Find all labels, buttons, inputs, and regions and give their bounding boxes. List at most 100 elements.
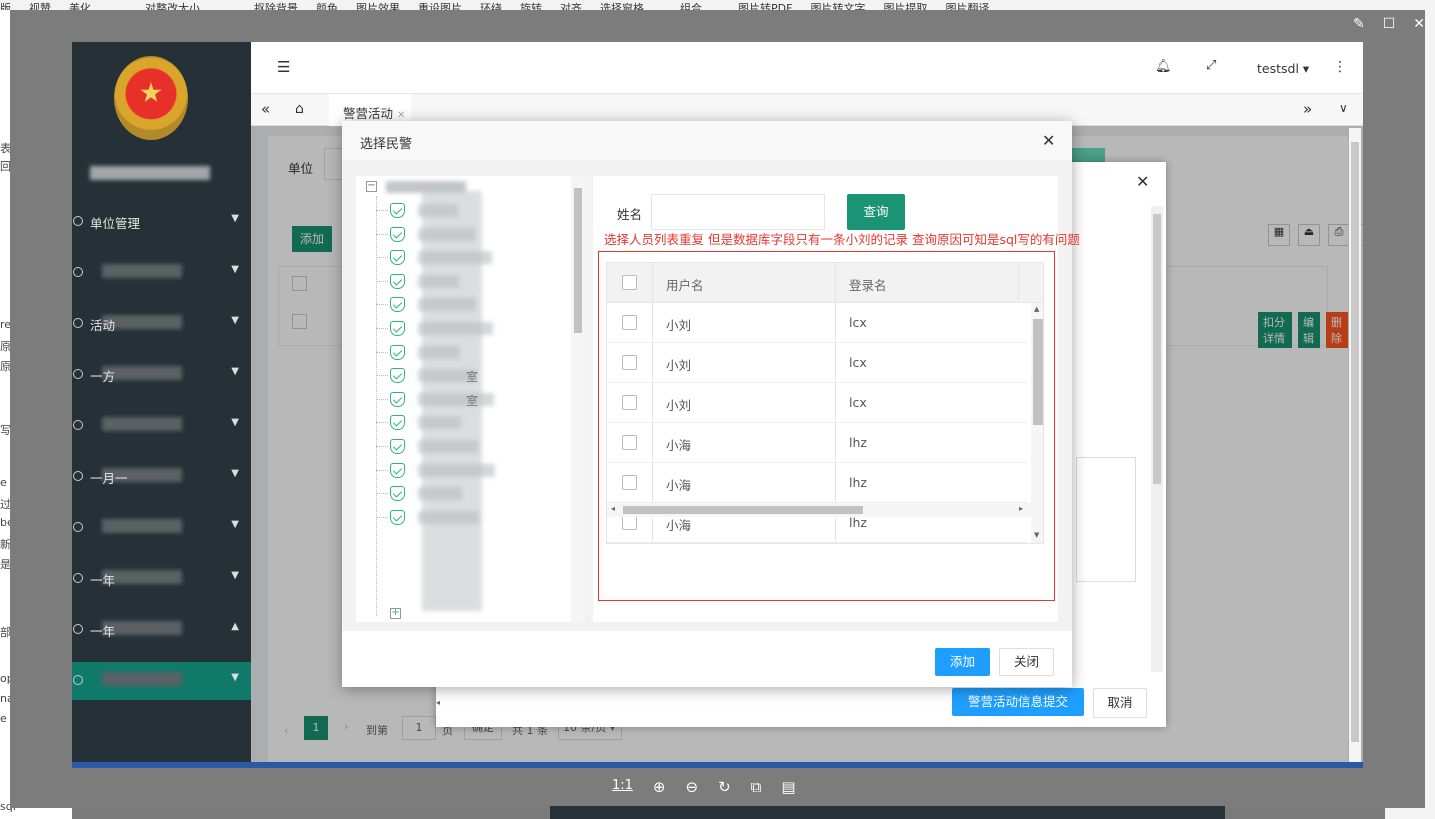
- tree-node-checkbox[interactable]: [390, 486, 405, 502]
- sidebar-nav-item[interactable]: 单位管理 ▼: [72, 199, 251, 249]
- nav-item-icon: [73, 369, 83, 379]
- background-menu-item: 抠除背景: [254, 2, 298, 10]
- submit-activity-button[interactable]: 警营活动信息提交: [952, 688, 1084, 716]
- app-scrollbar[interactable]: [1349, 128, 1361, 762]
- cell-login: lcx: [849, 355, 867, 370]
- row-checkbox[interactable]: [622, 315, 637, 330]
- cell-username: 小海: [666, 438, 692, 453]
- more-menu-icon[interactable]: ⋮: [1333, 59, 1347, 75]
- table-row[interactable]: 小刘 lcx: [607, 303, 1027, 343]
- sidebar-nav-item[interactable]: ▼: [72, 403, 251, 453]
- tree-node-checkbox[interactable]: [390, 462, 405, 478]
- redacted-nav-label: [102, 672, 182, 686]
- select-all-checkbox[interactable]: [622, 275, 637, 290]
- nav-arrow-icon: ▼: [231, 417, 239, 428]
- nav-arrow-icon: ▼: [231, 213, 239, 224]
- table-row[interactable]: 小海 lhz: [607, 423, 1027, 463]
- tree-node-checkbox[interactable]: [390, 321, 405, 336]
- nav-arrow-icon: ▼: [231, 315, 239, 326]
- crop-icon[interactable]: ⧉: [751, 778, 762, 796]
- background-menu-item: 图片转PDF: [738, 2, 793, 10]
- edit-modal-close-icon[interactable]: ✕: [1136, 172, 1149, 191]
- pin-icon[interactable]: ✎: [1353, 16, 1365, 32]
- cell-login: lhz: [849, 515, 867, 530]
- nav-arrow-icon: ▼: [231, 366, 239, 377]
- rotate-icon[interactable]: ↻: [718, 778, 731, 796]
- tree-node-checkbox[interactable]: [390, 415, 405, 431]
- tree-node-checkbox[interactable]: [390, 250, 405, 266]
- actual-size-button[interactable]: 1:1: [612, 778, 633, 796]
- tabs-dropdown-icon[interactable]: ∨: [1339, 101, 1348, 115]
- table-row[interactable]: 小海 lhz: [607, 463, 1027, 503]
- dialog-close-icon[interactable]: ✕: [1042, 131, 1055, 150]
- name-input[interactable]: [651, 194, 825, 230]
- tabs-scroll-right-icon[interactable]: »: [1303, 100, 1312, 118]
- nav-item-icon: [73, 522, 83, 532]
- close-icon[interactable]: ✕: [1413, 16, 1425, 32]
- nav-item-label: 一方: [90, 369, 116, 384]
- top-bar: ☰ 🔔︎ ⤢ testsdl ▾ ⋮: [251, 42, 1363, 94]
- redacted-nav-label: [102, 417, 182, 431]
- row-checkbox[interactable]: [622, 355, 637, 370]
- police-emblem-logo: [114, 56, 188, 140]
- bell-icon[interactable]: 🔔︎: [1155, 59, 1172, 74]
- cell-username: 小刘: [666, 318, 692, 333]
- nav-arrow-icon: ▼: [231, 264, 239, 275]
- table-row[interactable]: 小刘 lcx: [607, 343, 1027, 383]
- sidebar-nav-item[interactable]: ▼: [72, 658, 251, 708]
- dialog-header: 选择民警 ✕: [342, 121, 1072, 161]
- tree-expand-icon[interactable]: +: [390, 608, 401, 619]
- redacted-org-name: [90, 166, 210, 180]
- sidebar-nav-item[interactable]: 一方 ▼: [72, 352, 251, 402]
- row-checkbox[interactable]: [622, 435, 637, 450]
- nav-item-label: 活动: [90, 318, 116, 333]
- background-menu-item: 图片效果: [356, 2, 400, 10]
- background-menu-item: 颜色: [316, 2, 338, 10]
- tabs-scroll-left-icon[interactable]: «: [261, 100, 270, 118]
- tree-scrollbar[interactable]: [571, 176, 585, 622]
- tree-node-checkbox[interactable]: [390, 509, 405, 525]
- background-menu-item: 选择窗格: [600, 2, 644, 10]
- dialog-close-button[interactable]: 关闭: [999, 648, 1054, 676]
- sidebar-nav-item[interactable]: 一年 ▼: [72, 556, 251, 606]
- table-vertical-scrollbar[interactable]: ▲ ▼: [1031, 303, 1043, 543]
- cell-username: 小海: [666, 478, 692, 493]
- nav-item-icon: [73, 420, 83, 430]
- tree-node-checkbox[interactable]: [390, 344, 405, 360]
- sidebar-nav-item[interactable]: 一年 ▲: [72, 607, 251, 657]
- sidebar-nav-item[interactable]: 活动 ▼: [72, 301, 251, 351]
- maximize-icon[interactable]: ☐: [1383, 16, 1396, 32]
- save-icon[interactable]: ▤: [781, 778, 795, 796]
- home-tab-icon[interactable]: ⌂: [295, 101, 304, 117]
- tree-node-checkbox[interactable]: [390, 297, 405, 313]
- name-label: 姓名: [617, 207, 643, 222]
- sidebar-nav-item[interactable]: 一月一 ▼: [72, 454, 251, 504]
- tree-node-checkbox[interactable]: [390, 226, 405, 242]
- tree-node-checkbox[interactable]: [390, 203, 405, 218]
- row-checkbox[interactable]: [622, 395, 637, 410]
- cell-username: 小刘: [666, 358, 692, 373]
- dialog-add-button[interactable]: 添加: [935, 648, 990, 676]
- table-horizontal-scrollbar[interactable]: ◂ ▸: [607, 503, 1031, 517]
- query-button[interactable]: 查询: [847, 194, 905, 230]
- tree-node-checkbox[interactable]: [390, 439, 405, 454]
- zoom-out-icon[interactable]: ⊖: [686, 778, 699, 796]
- fullscreen-icon[interactable]: ⤢: [1206, 58, 1216, 73]
- sidebar-nav-item[interactable]: ▼: [72, 505, 251, 555]
- background-menu-item: 图片翻译: [945, 2, 990, 10]
- menu-toggle-icon[interactable]: ☰: [277, 58, 290, 76]
- row-checkbox[interactable]: [622, 475, 637, 490]
- tree-collapse-icon[interactable]: −: [366, 181, 377, 192]
- tree-node-checkbox[interactable]: [390, 368, 405, 384]
- row-checkbox[interactable]: [622, 515, 637, 530]
- tree-node-checkbox[interactable]: [390, 391, 405, 407]
- nav-arrow-icon: ▼: [231, 672, 239, 683]
- tab-close-icon[interactable]: ✕: [397, 110, 405, 121]
- cancel-button[interactable]: 取消: [1093, 688, 1147, 718]
- sidebar-nav-item[interactable]: ▼: [72, 250, 251, 300]
- user-menu[interactable]: testsdl ▾: [1257, 61, 1309, 76]
- zoom-in-icon[interactable]: ⊕: [653, 778, 666, 796]
- cell-login: lcx: [849, 395, 867, 410]
- tree-node-checkbox[interactable]: [390, 273, 405, 289]
- table-row[interactable]: 小刘 lcx: [607, 383, 1027, 423]
